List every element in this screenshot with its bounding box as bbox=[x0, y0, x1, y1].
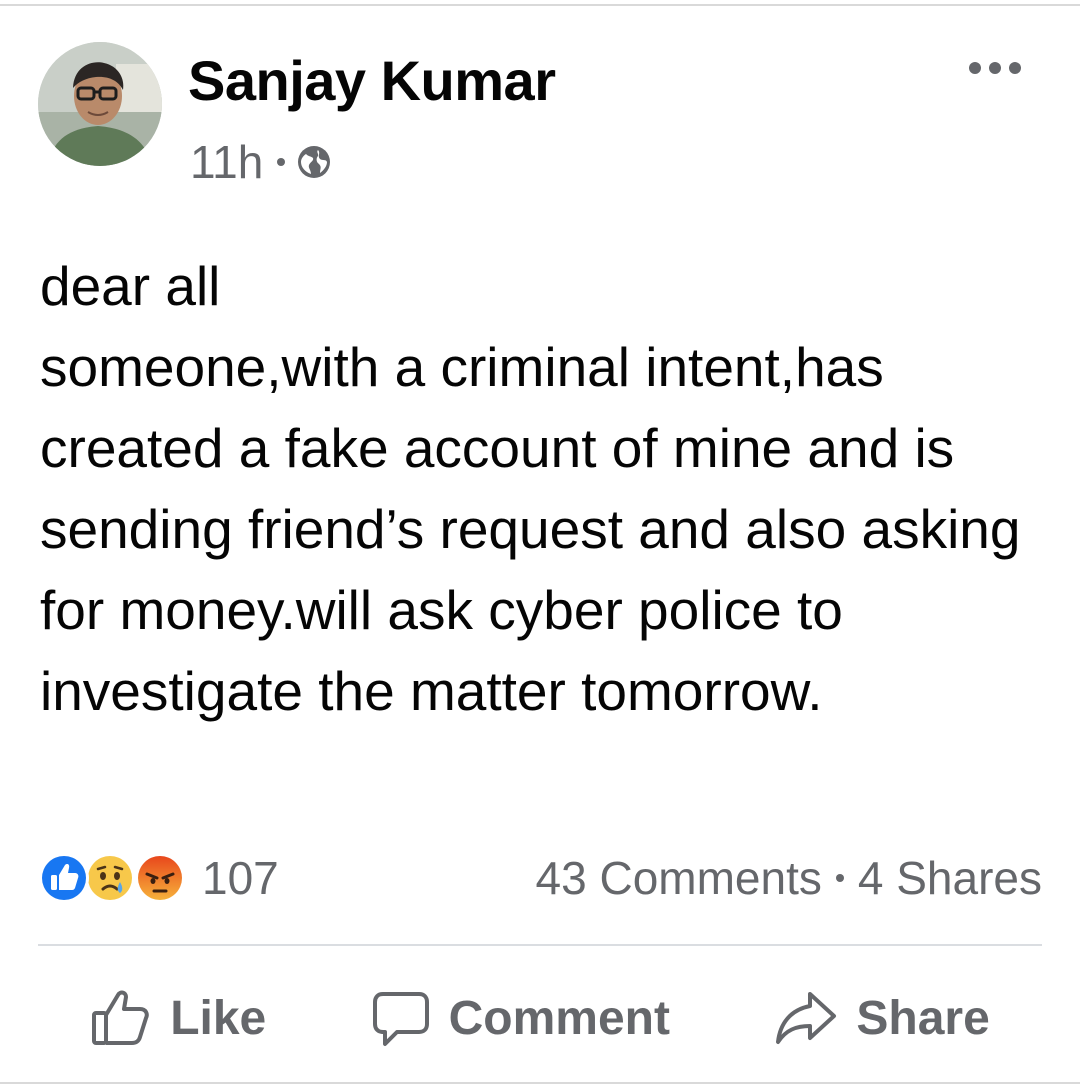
reaction-count[interactable]: 107 bbox=[202, 850, 279, 906]
comments-count[interactable]: 43 Comments bbox=[536, 851, 822, 905]
post-actions-bar: Like Comment Share bbox=[38, 970, 1042, 1066]
stats-separator-dot bbox=[835, 874, 844, 882]
like-button[interactable]: Like bbox=[90, 989, 266, 1047]
top-divider bbox=[0, 4, 1080, 6]
comment-bubble-icon bbox=[372, 992, 429, 1046]
post-text: dear all someone,with a criminal intent,… bbox=[40, 255, 1021, 722]
more-options-button[interactable] bbox=[960, 50, 1030, 86]
author-name[interactable]: Sanjay Kumar bbox=[188, 48, 556, 114]
shares-count[interactable]: 4 Shares bbox=[858, 851, 1042, 905]
like-reaction-icon bbox=[39, 853, 89, 903]
comment-label: Comment bbox=[448, 991, 670, 1045]
bottom-divider bbox=[0, 1082, 1080, 1084]
reaction-icons bbox=[38, 850, 194, 906]
actions-divider bbox=[38, 944, 1042, 946]
meta-separator-dot bbox=[277, 158, 286, 166]
share-arrow-icon bbox=[776, 992, 837, 1044]
post-timestamp[interactable]: 11h bbox=[190, 135, 263, 189]
more-options-icon bbox=[969, 62, 1021, 74]
profile-photo bbox=[38, 42, 162, 166]
globe-icon[interactable] bbox=[297, 145, 331, 179]
reactions-summary[interactable]: 107 bbox=[38, 850, 279, 906]
angry-reaction-icon bbox=[135, 853, 185, 903]
thumbs-up-icon bbox=[92, 990, 149, 1045]
share-label: Share bbox=[856, 991, 990, 1045]
comment-button[interactable]: Comment bbox=[371, 988, 670, 1048]
share-button[interactable]: Share bbox=[774, 990, 990, 1046]
engagement-stats: 43 Comments 4 Shares bbox=[536, 850, 1042, 906]
post-meta: 11h bbox=[190, 134, 331, 190]
like-label: Like bbox=[170, 991, 267, 1045]
sad-reaction-icon bbox=[85, 853, 135, 903]
avatar[interactable] bbox=[38, 42, 162, 166]
